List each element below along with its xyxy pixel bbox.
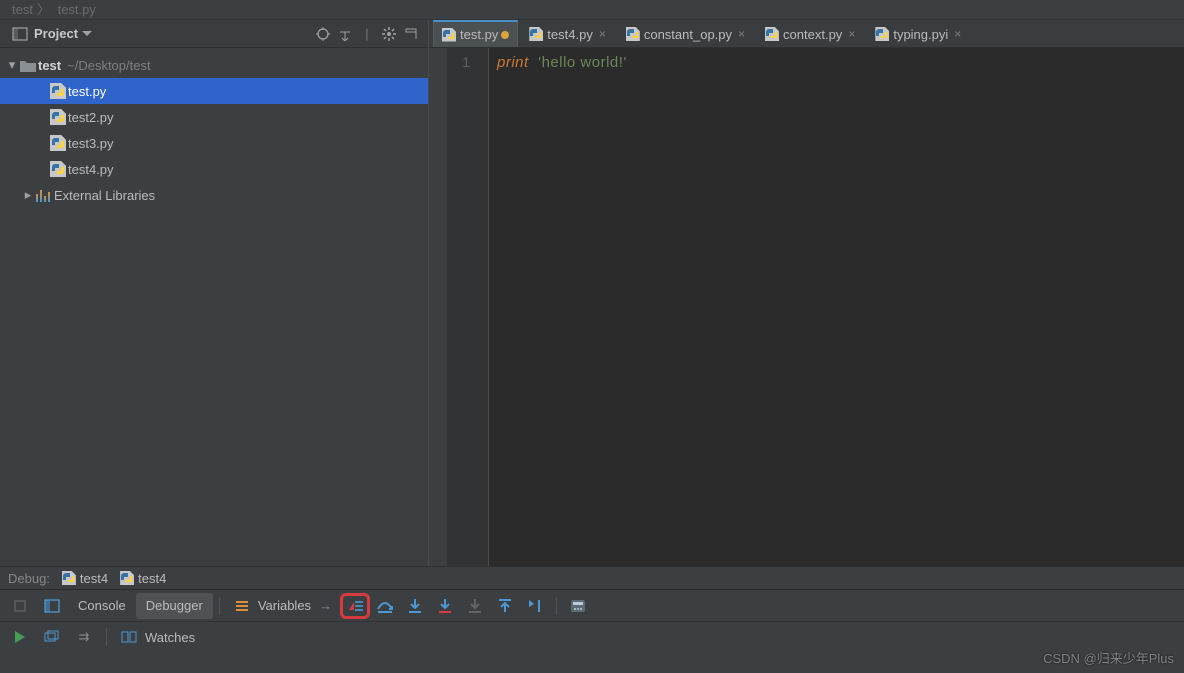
python-file-icon: [50, 135, 66, 151]
tree-file[interactable]: test2.py: [0, 104, 428, 130]
force-step-into-button[interactable]: [460, 593, 490, 619]
watches-icon: [113, 624, 145, 650]
resume-icon[interactable]: [4, 630, 36, 644]
code-string: 'hello world!': [538, 54, 627, 71]
tab-test-py[interactable]: test.py: [433, 20, 518, 47]
close-icon[interactable]: ×: [599, 27, 606, 41]
tab-label: typing.pyi: [893, 27, 948, 42]
frames-icon[interactable]: [36, 624, 68, 650]
separator: [556, 597, 557, 615]
breadcrumb-seg[interactable]: test.py: [58, 2, 96, 17]
step-into-button[interactable]: [400, 593, 430, 619]
run-to-cursor-button[interactable]: [520, 593, 550, 619]
python-file-icon: [765, 27, 779, 41]
project-title[interactable]: Project: [34, 26, 78, 41]
locate-icon[interactable]: [312, 23, 334, 45]
folder-icon: [20, 59, 36, 72]
watermark: CSDN @归来少年Plus: [1043, 648, 1174, 667]
chevron-down-icon[interactable]: [82, 31, 92, 37]
chevron-right-icon[interactable]: ▸: [22, 187, 34, 203]
debug-header: Debug: test4 test4: [0, 566, 1184, 590]
show-execution-point-button[interactable]: [340, 593, 370, 619]
python-file-icon: [50, 109, 66, 125]
console-tab[interactable]: Console: [68, 593, 136, 619]
library-icon: [36, 188, 52, 202]
debug-tool-window: Console Debugger Variables → ⇉ Watches: [0, 590, 1184, 652]
tree-file[interactable]: test.py: [0, 78, 428, 104]
debug-config[interactable]: test4: [120, 571, 166, 586]
debug-label: Debug:: [8, 571, 50, 586]
code-keyword: print: [497, 54, 529, 71]
gutter[interactable]: 1: [429, 48, 489, 566]
separator: [219, 597, 220, 615]
close-icon[interactable]: ×: [954, 27, 961, 41]
tree-external-libraries[interactable]: ▸ External Libraries: [0, 182, 428, 208]
project-icon: [12, 27, 28, 41]
debugger-tab[interactable]: Debugger: [136, 593, 213, 619]
tab-context-py[interactable]: context.py ×: [756, 20, 864, 47]
tab-test4-py[interactable]: test4.py ×: [520, 20, 615, 47]
hide-icon[interactable]: [400, 23, 422, 45]
step-into-my-code-button[interactable]: [430, 593, 460, 619]
python-file-icon: [529, 27, 543, 41]
tab-label: test4.py: [547, 27, 593, 42]
breadcrumb-seg[interactable]: test: [12, 2, 33, 17]
highlight-bulb-icon: [501, 31, 509, 39]
file-name: test.py: [68, 84, 106, 99]
tab-typing-pyi[interactable]: typing.pyi ×: [866, 20, 970, 47]
variables-label: Variables: [258, 598, 311, 613]
tree-file[interactable]: test3.py: [0, 130, 428, 156]
step-out-button[interactable]: [490, 593, 520, 619]
python-file-icon: [442, 28, 456, 42]
editor-area: test.py test4.py × constant_op.py × cont…: [429, 20, 1184, 566]
tree-root[interactable]: ▾ test ~/Desktop/test: [0, 52, 428, 78]
watches-label: Watches: [145, 630, 195, 645]
folder-name: test: [38, 58, 61, 73]
rerun-icon[interactable]: [4, 598, 36, 614]
tab-constant-op-py[interactable]: constant_op.py ×: [617, 20, 754, 47]
python-file-icon: [62, 571, 76, 585]
code-editor[interactable]: 1 print 'hello world!': [429, 48, 1184, 566]
file-name: test3.py: [68, 136, 114, 151]
python-file-icon: [50, 161, 66, 177]
evaluate-expression-button[interactable]: [563, 593, 593, 619]
tree-file[interactable]: test4.py: [0, 156, 428, 182]
folder-path: ~/Desktop/test: [67, 58, 150, 73]
layout-icon[interactable]: [36, 593, 68, 619]
debug-config[interactable]: test4: [62, 571, 108, 586]
code-content[interactable]: print 'hello world!': [489, 48, 1184, 566]
close-icon[interactable]: ×: [738, 27, 745, 41]
project-header: Project |: [0, 20, 428, 48]
python-file-icon: [120, 571, 134, 585]
chevron-down-icon[interactable]: ▾: [6, 57, 18, 73]
gear-icon[interactable]: [378, 23, 400, 45]
tab-label: constant_op.py: [644, 27, 732, 42]
editor-tabs: test.py test4.py × constant_op.py × cont…: [429, 20, 1184, 48]
file-name: test2.py: [68, 110, 114, 125]
python-file-icon: [626, 27, 640, 41]
collapse-all-icon[interactable]: [334, 23, 356, 45]
close-icon[interactable]: ×: [848, 27, 855, 41]
python-file-icon: [875, 27, 889, 41]
variables-icon: [226, 593, 258, 619]
project-tree[interactable]: ▾ test ~/Desktop/test test.py test2.py t…: [0, 48, 428, 566]
step-over-button[interactable]: [370, 593, 400, 619]
file-name: test4.py: [68, 162, 114, 177]
tab-label: context.py: [783, 27, 842, 42]
separator: [106, 628, 107, 646]
threads-icon[interactable]: ⇉: [68, 624, 100, 650]
project-tool-window: Project | ▾ test ~/Desktop/test te: [0, 20, 429, 566]
breadcrumb: test〉 test.py: [0, 0, 1184, 20]
arrow-right-icon: →: [319, 598, 332, 613]
tab-label: test.py: [460, 27, 498, 42]
external-libs-label: External Libraries: [54, 188, 155, 203]
python-file-icon: [50, 83, 66, 99]
